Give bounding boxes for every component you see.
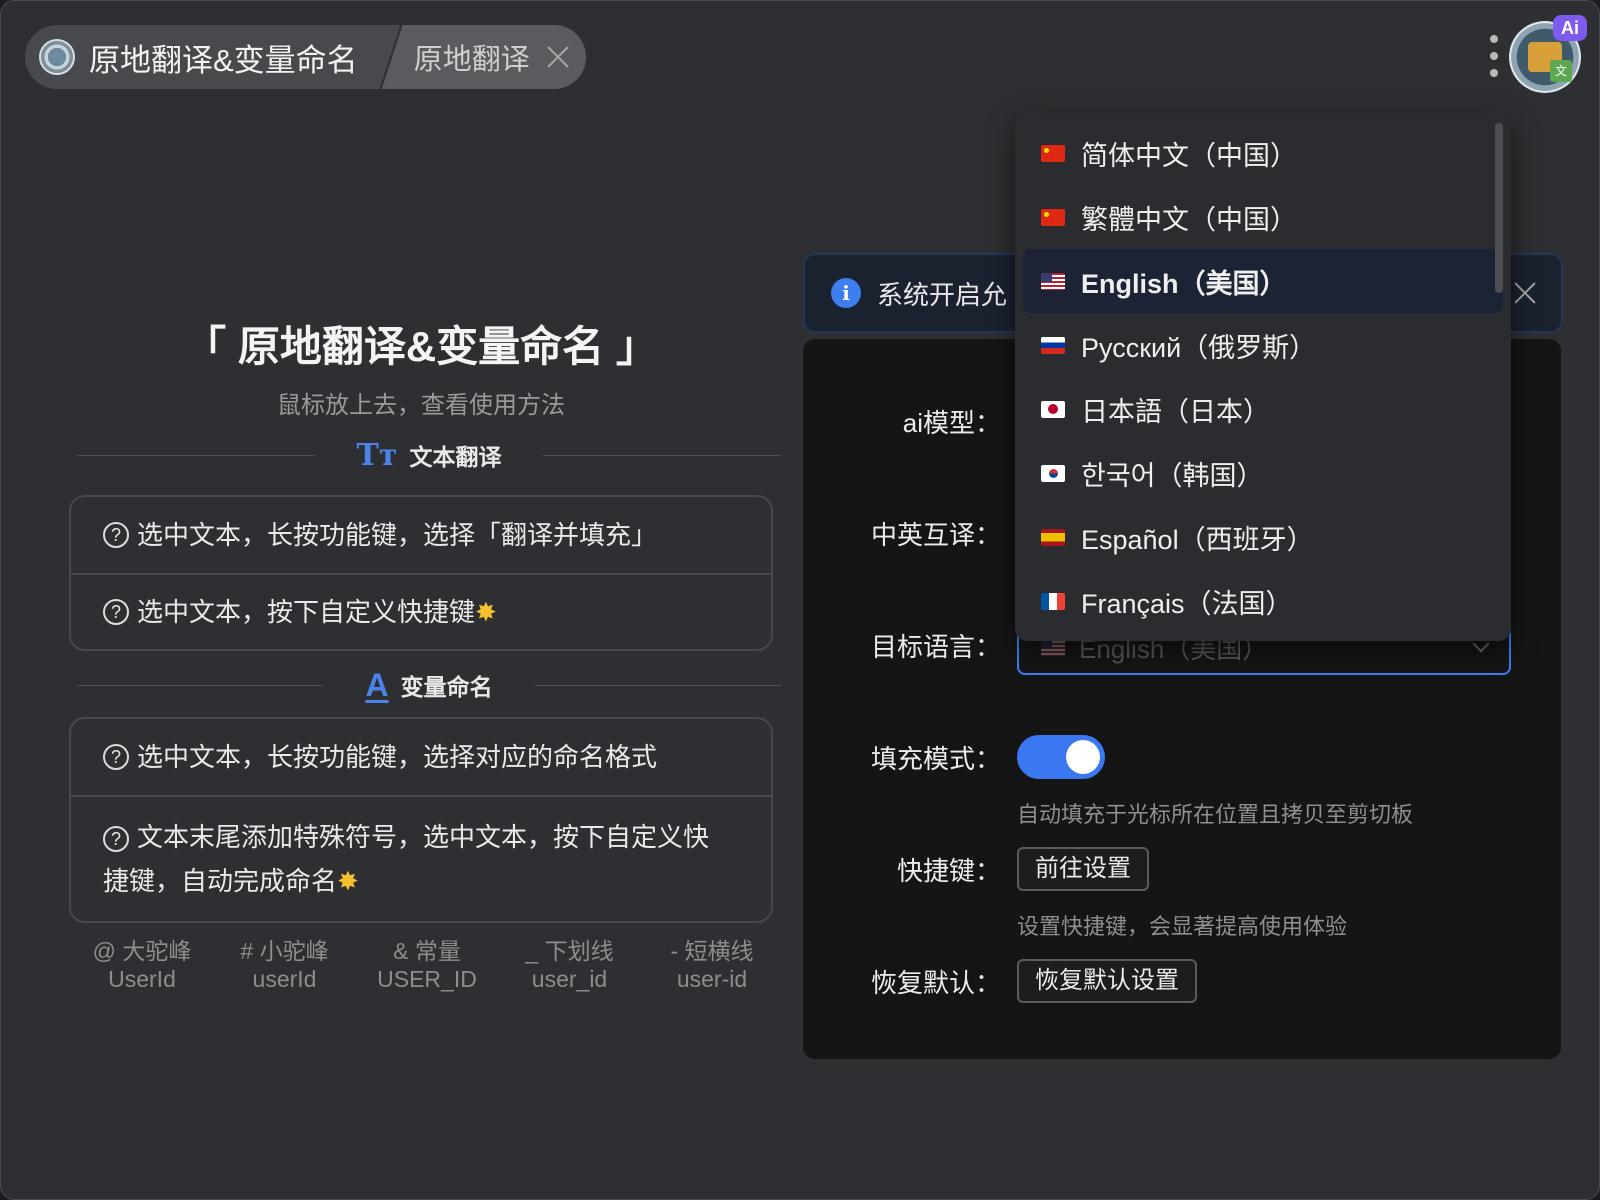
lang-option-label: English（美国）: [1081, 268, 1287, 299]
dropdown-scrollbar[interactable]: [1495, 123, 1503, 293]
format-example: UserId: [108, 966, 176, 992]
language-dropdown: 简体中文（中国） 繁體中文（中国） English（美国） Русский（俄罗…: [1015, 113, 1511, 641]
us-flag-icon: [1041, 272, 1065, 290]
lang-option-label: Русский（俄罗斯）: [1081, 332, 1317, 363]
tab-sub[interactable]: 原地翻译: [379, 25, 586, 89]
lang-option-selected[interactable]: English（美国）: [1023, 249, 1503, 313]
section-title-translate: 文本翻译: [409, 444, 502, 470]
letter-a-icon: A: [365, 666, 389, 703]
ai-model-label: ai模型：: [902, 408, 1001, 438]
usage-text: 文本末尾添加特殊符号，选中文本，按下自定义快捷键，自动完成命名: [103, 822, 710, 896]
format-symbol: - 短横线: [670, 938, 754, 964]
lang-option[interactable]: Français（法国）: [1023, 569, 1503, 633]
cn-flag-icon: [1041, 208, 1065, 226]
usage-text: 选中文本，按下自定义快捷键: [137, 597, 476, 627]
shortcut-hint: 设置快捷键，会显著提高使用体验: [1017, 914, 1348, 939]
fill-mode-hint: 自动填充于光标所在位置且拷贝至剪切板: [1017, 802, 1414, 827]
sparkle-icon: ✸: [475, 597, 497, 627]
page-title: 「 原地翻译&变量命名 」: [184, 323, 658, 370]
cn-flag-icon: [1041, 144, 1065, 162]
page-subtitle: 鼠标放上去，查看使用方法: [277, 392, 565, 419]
lang-option-label: Español（西班牙）: [1081, 524, 1314, 555]
reset-label: 恢复默认：: [870, 968, 1001, 998]
help-icon: ?: [103, 744, 129, 770]
reset-defaults-button[interactable]: 恢复默认设置: [1017, 959, 1197, 1003]
format-example: userId: [252, 966, 317, 992]
alert-text: 系统开启允: [877, 279, 1008, 310]
format-item: & 常量 USER_ID: [362, 937, 492, 993]
usage-text: 选中文本，长按功能键，选择对应的命名格式: [137, 742, 658, 772]
tab-bar: 原地翻译&变量命名 原地翻译: [25, 25, 586, 89]
lang-option-label: 繁體中文（中国）: [1081, 204, 1297, 235]
format-symbol: # 小驼峰: [240, 938, 329, 964]
help-icon: ?: [103, 599, 129, 625]
format-item: - 短横线 user-id: [647, 937, 777, 993]
zh-en-label: 中英互译：: [870, 520, 1001, 550]
kr-flag-icon: [1041, 464, 1065, 482]
lang-option-label: 简体中文（中国）: [1081, 140, 1297, 171]
lang-option[interactable]: 繁體中文（中国）: [1023, 185, 1503, 249]
more-menu-icon[interactable]: [1489, 35, 1499, 77]
sparkle-icon: ✸: [337, 866, 359, 896]
format-symbol: & 常量: [393, 938, 461, 964]
lang-option-label: Français（法国）: [1081, 588, 1293, 619]
fr-flag-icon: [1041, 592, 1065, 610]
section-divider-naming: A 变量命名: [77, 665, 782, 705]
usage-item[interactable]: ? 选中文本，长按功能键，选择对应的命名格式: [71, 719, 771, 795]
alert-close-icon[interactable]: [1513, 281, 1537, 305]
lang-option-label: 日本語（日本）: [1081, 396, 1270, 427]
naming-usage-card: ? 选中文本，长按功能键，选择对应的命名格式 ? 文本末尾添加特殊符号，选中文本，…: [69, 717, 773, 923]
section-divider-translate: Tт 文本翻译: [77, 435, 782, 475]
app-logo-icon: [39, 39, 75, 75]
target-lang-label: 目标语言：: [870, 632, 1001, 662]
jp-flag-icon: [1041, 400, 1065, 418]
tab-close-icon[interactable]: [546, 45, 570, 69]
text-size-icon: Tт: [356, 437, 398, 473]
info-icon: i: [831, 278, 861, 308]
shortcut-settings-button[interactable]: 前往设置: [1017, 847, 1149, 891]
help-icon: ?: [103, 826, 129, 853]
lang-option[interactable]: 日本語（日本）: [1023, 377, 1503, 441]
lang-option-label: 한국어（韩国）: [1081, 460, 1264, 491]
format-symbol: _ 下划线: [525, 938, 614, 964]
shortcut-label: 快捷键：: [896, 856, 1001, 886]
naming-formats: @ 大驼峰 UserId # 小驼峰 userId & 常量 USER_ID _…: [77, 937, 777, 993]
format-example: USER_ID: [377, 966, 477, 992]
usage-item[interactable]: ? 选中文本，长按功能键，选择「翻译并填充」: [71, 497, 771, 573]
lang-option[interactable]: 한국어（韩国）: [1023, 441, 1503, 505]
app-window: 原地翻译&变量命名 原地翻译 Ai 「 原地翻译&变量命名 」 鼠标放上去，查看…: [0, 0, 1600, 1200]
format-item: # 小驼峰 userId: [220, 937, 350, 993]
tab-main[interactable]: 原地翻译&变量命名: [25, 25, 380, 89]
format-symbol: @ 大驼峰: [92, 938, 192, 964]
section-title-naming: 变量命名: [400, 674, 493, 700]
usage-item[interactable]: ? 选中文本，按下自定义快捷键 ✸: [71, 573, 771, 649]
lang-option[interactable]: 简体中文（中国）: [1023, 121, 1503, 185]
us-flag-icon: [1041, 638, 1065, 656]
fill-mode-toggle[interactable]: [1017, 735, 1105, 779]
tab-sub-label: 原地翻译: [413, 44, 530, 76]
ru-flag-icon: [1041, 336, 1065, 354]
es-flag-icon: [1041, 528, 1065, 546]
lang-option[interactable]: Русский（俄罗斯）: [1023, 313, 1503, 377]
fill-mode-label: 填充模式：: [870, 744, 1001, 774]
usage-item[interactable]: ? 文本末尾添加特殊符号，选中文本，按下自定义快捷键，自动完成命名✸: [71, 795, 771, 921]
translate-usage-card: ? 选中文本，长按功能键，选择「翻译并填充」 ? 选中文本，按下自定义快捷键 ✸: [69, 495, 773, 651]
tab-main-label: 原地翻译&变量命名: [89, 42, 358, 78]
format-item: @ 大驼峰 UserId: [77, 937, 207, 993]
usage-text: 选中文本，长按功能键，选择「翻译并填充」: [137, 520, 658, 550]
ai-badge: Ai: [1553, 15, 1587, 41]
format-example: user_id: [531, 966, 608, 992]
help-icon: ?: [103, 522, 129, 548]
lang-option[interactable]: Español（西班牙）: [1023, 505, 1503, 569]
format-item: _ 下划线 user_id: [505, 937, 635, 993]
format-example: user-id: [676, 966, 748, 992]
